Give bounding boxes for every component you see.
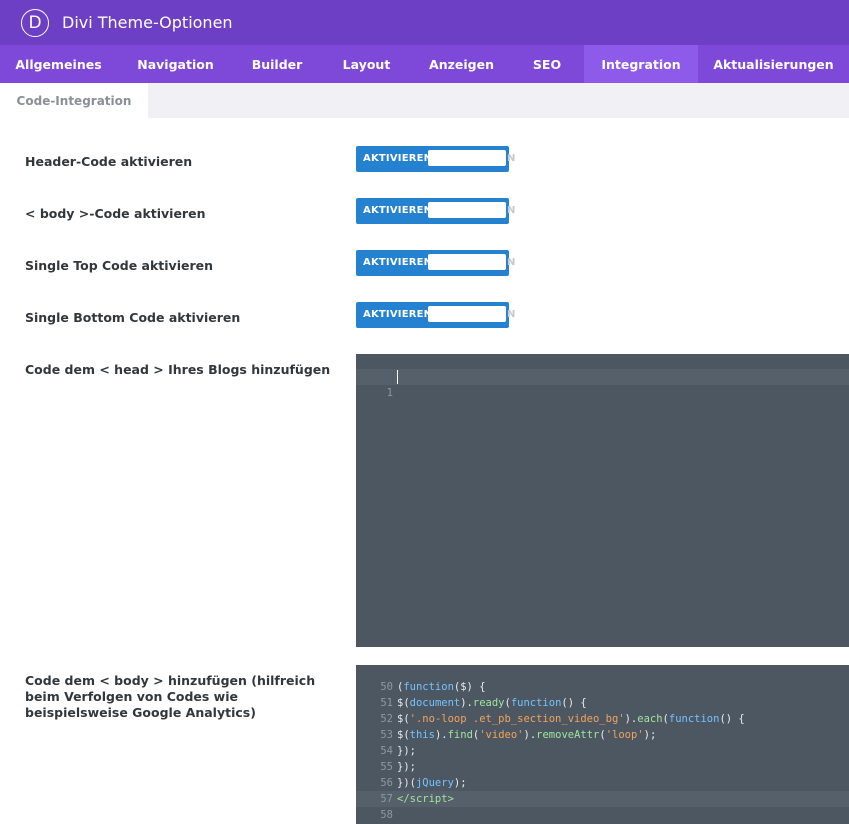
tab-aktualisierungen[interactable]: Aktualisierungen bbox=[698, 45, 849, 83]
body-code-toggle[interactable]: AKTIVIEREN N bbox=[356, 198, 515, 224]
options-nav: Allgemeines Navigation Builder Layout An… bbox=[0, 45, 849, 83]
tab-layout[interactable]: Layout bbox=[320, 45, 413, 83]
line-number: 52 bbox=[380, 713, 393, 725]
single-bottom-code-label: Single Bottom Code aktivieren bbox=[25, 310, 241, 325]
toggle-knob bbox=[428, 202, 506, 218]
toggle-on-label: AKTIVIEREN bbox=[363, 309, 433, 320]
sub-navigation: Code-Integration bbox=[0, 83, 849, 118]
tab-seo[interactable]: SEO bbox=[510, 45, 584, 83]
line-number: 56 bbox=[380, 777, 393, 789]
line-number: 57 bbox=[380, 793, 393, 805]
line-number: 50 bbox=[380, 681, 393, 693]
head-code-label: Code dem < head > Ihres Blogs hinzufügen bbox=[25, 362, 331, 377]
editor-line: 51 $(document).ready(function() { bbox=[356, 695, 849, 711]
line-number: 55 bbox=[380, 761, 393, 773]
toggle-on-label: AKTIVIEREN bbox=[363, 153, 433, 164]
body-code-toggle-label: < body >-Code aktivieren bbox=[25, 206, 206, 221]
page-title: Divi Theme-Optionen bbox=[62, 13, 233, 32]
toggle-knob bbox=[428, 306, 506, 322]
divi-logo-icon: D bbox=[21, 8, 49, 37]
header-code-toggle[interactable]: AKTIVIEREN N bbox=[356, 146, 515, 172]
tab-navigation[interactable]: Navigation bbox=[117, 45, 234, 83]
toggle-on-label: AKTIVIEREN bbox=[363, 257, 433, 268]
tab-builder[interactable]: Builder bbox=[234, 45, 320, 83]
line-number: 53 bbox=[380, 729, 393, 741]
line-number: 1 bbox=[386, 387, 393, 399]
header-code-label: Header-Code aktivieren bbox=[25, 154, 193, 169]
body-code-label: Code dem < body > hinzufügen (hilfreich … bbox=[25, 673, 316, 720]
tab-allgemeines[interactable]: Allgemeines bbox=[0, 45, 117, 83]
single-top-code-toggle[interactable]: AKTIVIEREN N bbox=[356, 250, 515, 276]
toggle-knob bbox=[428, 254, 506, 270]
toggle-off-label: N bbox=[507, 309, 516, 320]
editor-line: 50 (function($) { bbox=[356, 679, 849, 695]
single-bottom-code-toggle[interactable]: AKTIVIEREN N bbox=[356, 302, 515, 328]
tab-anzeigen[interactable]: Anzeigen bbox=[413, 45, 510, 83]
editor-line: 57 </script> bbox=[356, 791, 849, 807]
tab-integration[interactable]: Integration bbox=[584, 45, 698, 83]
line-number: 51 bbox=[380, 697, 393, 709]
text-cursor bbox=[397, 370, 398, 384]
editor-line: 56})(jQuery); bbox=[356, 775, 849, 791]
editor-line: 52 $('.no-loop .et_pb_section_video_bg').… bbox=[356, 711, 849, 727]
top-bar: D Divi Theme-Optionen bbox=[0, 0, 849, 45]
toggle-on-label: AKTIVIEREN bbox=[363, 205, 433, 216]
single-top-code-label: Single Top Code aktivieren bbox=[25, 258, 214, 273]
head-code-editor[interactable]: 1 bbox=[356, 354, 849, 647]
toggle-off-label: N bbox=[507, 153, 516, 164]
line-number: 54 bbox=[380, 745, 393, 757]
body-code-editor[interactable]: 50 (function($) { 51 $(document).ready(fun… bbox=[356, 665, 849, 824]
subtab-code-integration[interactable]: Code-Integration bbox=[0, 83, 148, 118]
editor-line: 1 bbox=[356, 369, 849, 399]
editor-line: 54}); bbox=[356, 743, 849, 759]
editor-line: 55}); bbox=[356, 759, 849, 775]
line-number: 58 bbox=[380, 809, 393, 821]
toggle-off-label: N bbox=[507, 257, 516, 268]
editor-line: 58 bbox=[356, 807, 849, 823]
toggle-knob bbox=[428, 150, 506, 166]
toggle-off-label: N bbox=[507, 205, 516, 216]
editor-line: 53 $(this).find('video').removeAttr('loop… bbox=[356, 727, 849, 743]
